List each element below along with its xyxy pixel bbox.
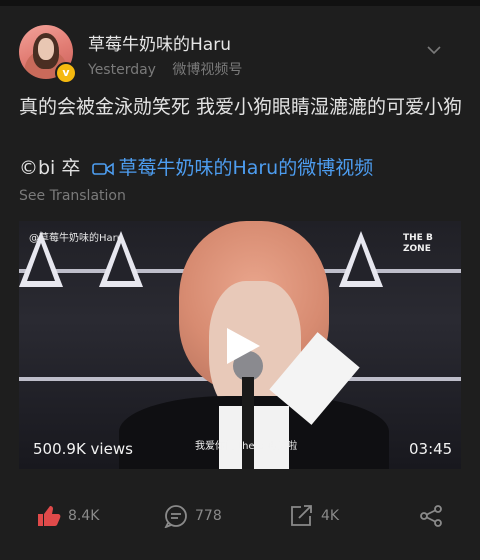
comment-icon (164, 505, 187, 528)
video-player[interactable]: @草莓牛奶味的Haru THE B ZONE 我爱你们 the b 再见啦 50… (19, 221, 461, 469)
username[interactable]: 草莓牛奶味的Haru (88, 30, 231, 55)
action-bar: 8.4K 778 4K (0, 490, 480, 550)
video-watermark: @草莓牛奶味的Haru (29, 233, 124, 244)
post-time: Yesterday (88, 62, 156, 78)
verified-badge-icon: v (55, 62, 77, 84)
top-divider (0, 0, 480, 6)
channel-logo: THE B ZONE (403, 233, 447, 257)
repost-count: 4K (321, 508, 340, 524)
view-count: 500.9K views (33, 440, 133, 458)
channel-logo-text: THE B ZONE (403, 233, 433, 254)
credit-line: ©bi 卒 草莓牛奶味的Haru的微博视频 (19, 153, 373, 183)
video-subtitle: 我爱你们 the b 再见啦 (195, 441, 298, 452)
video-source-link[interactable]: 草莓牛奶味的Haru的微博视频 (118, 157, 373, 179)
post-source[interactable]: 微博视频号 (172, 62, 242, 78)
repost-icon (291, 505, 312, 526)
video-duration: 03:45 (409, 440, 453, 458)
repost-button[interactable]: 4K (289, 504, 339, 528)
like-button[interactable]: 8.4K (36, 504, 99, 528)
post-text: 真的会被金泳勋笑死 我爱小狗眼睛湿漉漉的可爱小狗 (19, 96, 463, 118)
video-link-icon[interactable] (92, 161, 115, 177)
see-translation-link[interactable]: See Translation (19, 188, 126, 204)
post-meta: Yesterday 微博视频号 (88, 59, 254, 79)
comment-button[interactable]: 778 (163, 504, 222, 528)
like-count: 8.4K (68, 508, 100, 524)
credit-prefix: ©bi 卒 (19, 157, 81, 179)
chevron-down-icon[interactable] (426, 44, 442, 56)
like-icon (38, 506, 61, 526)
share-icon (420, 505, 442, 527)
comment-count: 778 (195, 508, 222, 524)
play-icon[interactable] (224, 326, 262, 366)
share-button[interactable] (418, 504, 444, 528)
